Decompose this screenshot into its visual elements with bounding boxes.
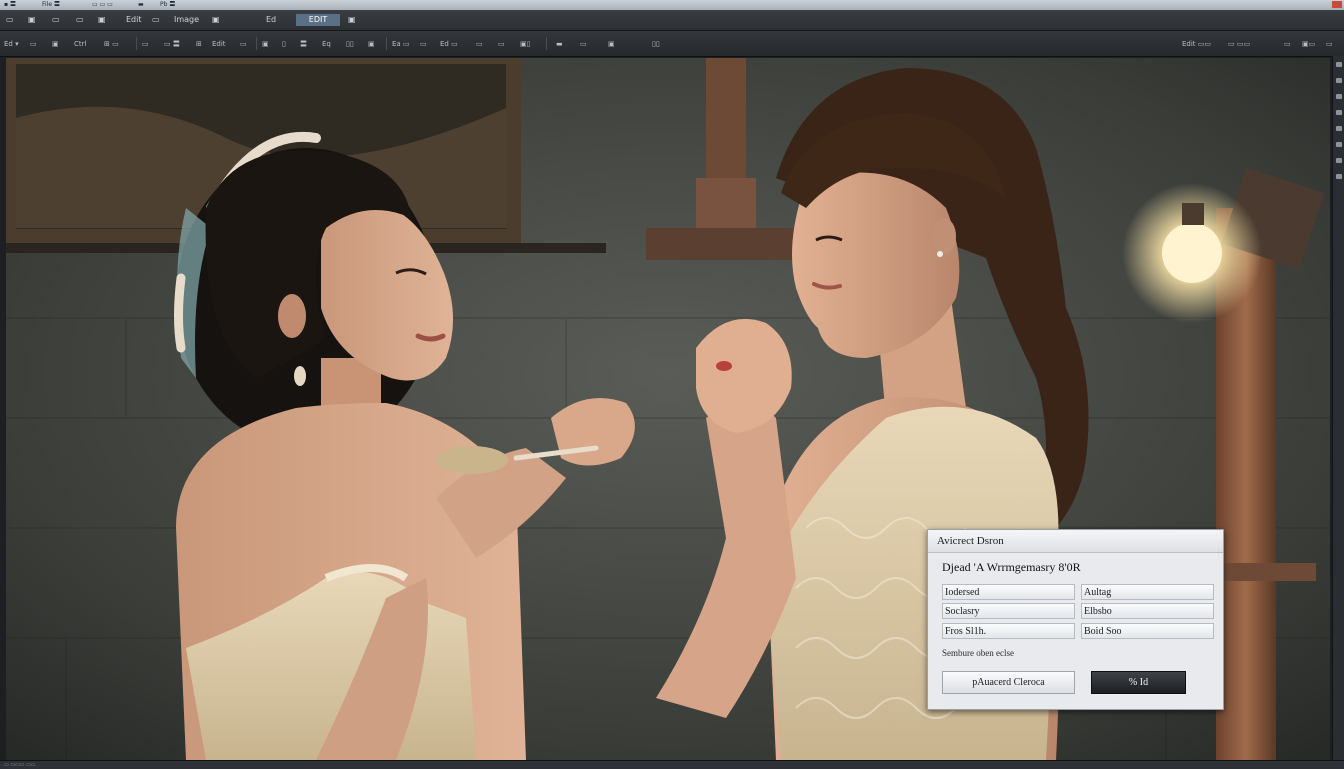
close-window-icon[interactable] — [1332, 1, 1342, 8]
options-item[interactable]: ▣ — [52, 39, 59, 49]
titlebar-item[interactable]: ▪ 〓 — [4, 1, 16, 8]
menu-item[interactable]: ▭ — [74, 14, 86, 26]
dialog-note: Sembure oben eclse — [942, 648, 1014, 658]
panel-icon[interactable] — [1336, 78, 1342, 83]
menu-item[interactable]: ▣ — [346, 14, 358, 26]
options-item[interactable]: Eq — [322, 39, 331, 49]
titlebar-item[interactable]: ▬ — [138, 1, 144, 8]
menu-item[interactable]: ▭ — [4, 14, 16, 26]
panel-icon[interactable] — [1336, 110, 1342, 115]
titlebar-item[interactable]: File 〓 — [42, 1, 60, 8]
menu-item[interactable]: ▭ — [50, 14, 62, 26]
options-item[interactable]: 〓 — [300, 39, 307, 49]
options-item[interactable]: ▭ 〓 — [164, 39, 180, 49]
menu-item[interactable]: Edit — [124, 14, 144, 26]
panel-icon[interactable] — [1336, 126, 1342, 131]
dialog-field[interactable]: Iodersed — [942, 584, 1075, 600]
options-item[interactable]: ▯ — [282, 39, 286, 49]
menu-item[interactable]: Ed — [264, 14, 278, 26]
dialog-field[interactable]: Soclasry — [942, 603, 1075, 619]
options-item[interactable]: Ed ▾ — [4, 39, 19, 49]
options-item[interactable]: ⊞ ▭ — [104, 39, 119, 49]
options-item[interactable]: ▭ — [420, 39, 427, 49]
options-item[interactable]: ▭ — [476, 39, 483, 49]
menu-item[interactable]: ▣ — [26, 14, 38, 26]
dialog-field[interactable]: Boid Soo — [1081, 623, 1214, 639]
options-item[interactable]: Edit — [212, 39, 226, 49]
options-item[interactable]: ▭ — [30, 39, 37, 49]
menu-bar: ▭ ▣ ▭ ▭ ▣ Edit ▭ Image ▣ Ed EDIT ▣ — [0, 10, 1344, 31]
options-item[interactable]: ▯▯ — [652, 39, 660, 49]
options-item-right[interactable]: Edit ▭▭ — [1182, 39, 1211, 49]
options-item[interactable]: ▣▯ — [520, 39, 530, 49]
titlebar-item[interactable]: ▭ ▭ ▭ — [92, 1, 113, 8]
options-item[interactable]: ▬ — [556, 39, 563, 49]
dialog-field[interactable]: Aultag — [1081, 584, 1214, 600]
menu-item[interactable]: Image — [172, 14, 201, 26]
menu-item[interactable]: ▭ — [150, 14, 162, 26]
options-item[interactable]: ▣ — [368, 39, 375, 49]
options-separator — [386, 37, 387, 50]
options-item[interactable]: Ea ▭ — [392, 39, 410, 49]
menu-item-active[interactable]: EDIT — [296, 14, 340, 26]
options-item[interactable]: ▭ — [240, 39, 247, 49]
options-separator — [256, 37, 257, 50]
panel-icon[interactable] — [1336, 142, 1342, 147]
right-panel-strip — [1332, 56, 1344, 762]
options-item[interactable]: Ctrl — [74, 39, 86, 49]
adjustment-dialog: Avicrect Dsron Djead 'A Wrrmgemasry 8'0R… — [927, 529, 1224, 710]
secondary-button[interactable]: pAuacerd Cleroca — [942, 671, 1075, 694]
dialog-title: Avicrect Dsron — [928, 530, 1223, 553]
options-item-right[interactable]: ▣▭ — [1302, 39, 1315, 49]
options-item[interactable]: ▭ — [580, 39, 587, 49]
titlebar-item[interactable]: Pb 〓 — [160, 1, 175, 8]
options-item-right[interactable]: ▭ — [1326, 39, 1333, 49]
options-item[interactable]: ▭ — [142, 39, 149, 49]
options-separator — [136, 37, 137, 50]
dialog-heading: Djead 'A Wrrmgemasry 8'0R — [942, 560, 1081, 574]
options-separator — [546, 37, 547, 50]
tool-options-bar: Ed ▾ ▭ ▣ Ctrl ⊞ ▭ ▭ ▭ 〓 ⊞ Edit ▭ ▣ ▯ 〓 E… — [0, 31, 1344, 57]
options-item[interactable]: ▣ — [608, 39, 615, 49]
panel-icon[interactable] — [1336, 94, 1342, 99]
panel-icon[interactable] — [1336, 174, 1342, 179]
options-item[interactable]: Ed ▭ — [440, 39, 458, 49]
options-item[interactable]: ▯▯ — [346, 39, 354, 49]
options-item[interactable]: ▭ — [498, 39, 505, 49]
options-item[interactable]: ▣ — [262, 39, 269, 49]
options-item-right[interactable]: ▭ ▭▭ — [1228, 39, 1250, 49]
panel-icon[interactable] — [1336, 158, 1342, 163]
menu-item[interactable]: ▣ — [96, 14, 108, 26]
options-item[interactable]: ⊞ — [196, 39, 202, 49]
primary-button[interactable]: % Id — [1091, 671, 1186, 694]
dialog-field[interactable]: Fros Sl1h. — [942, 623, 1075, 639]
menu-item[interactable]: ▣ — [210, 14, 222, 26]
options-item-right[interactable]: ▭ — [1284, 39, 1291, 49]
panel-icon[interactable] — [1336, 62, 1342, 67]
dialog-field[interactable]: Elbsbo — [1081, 603, 1214, 619]
